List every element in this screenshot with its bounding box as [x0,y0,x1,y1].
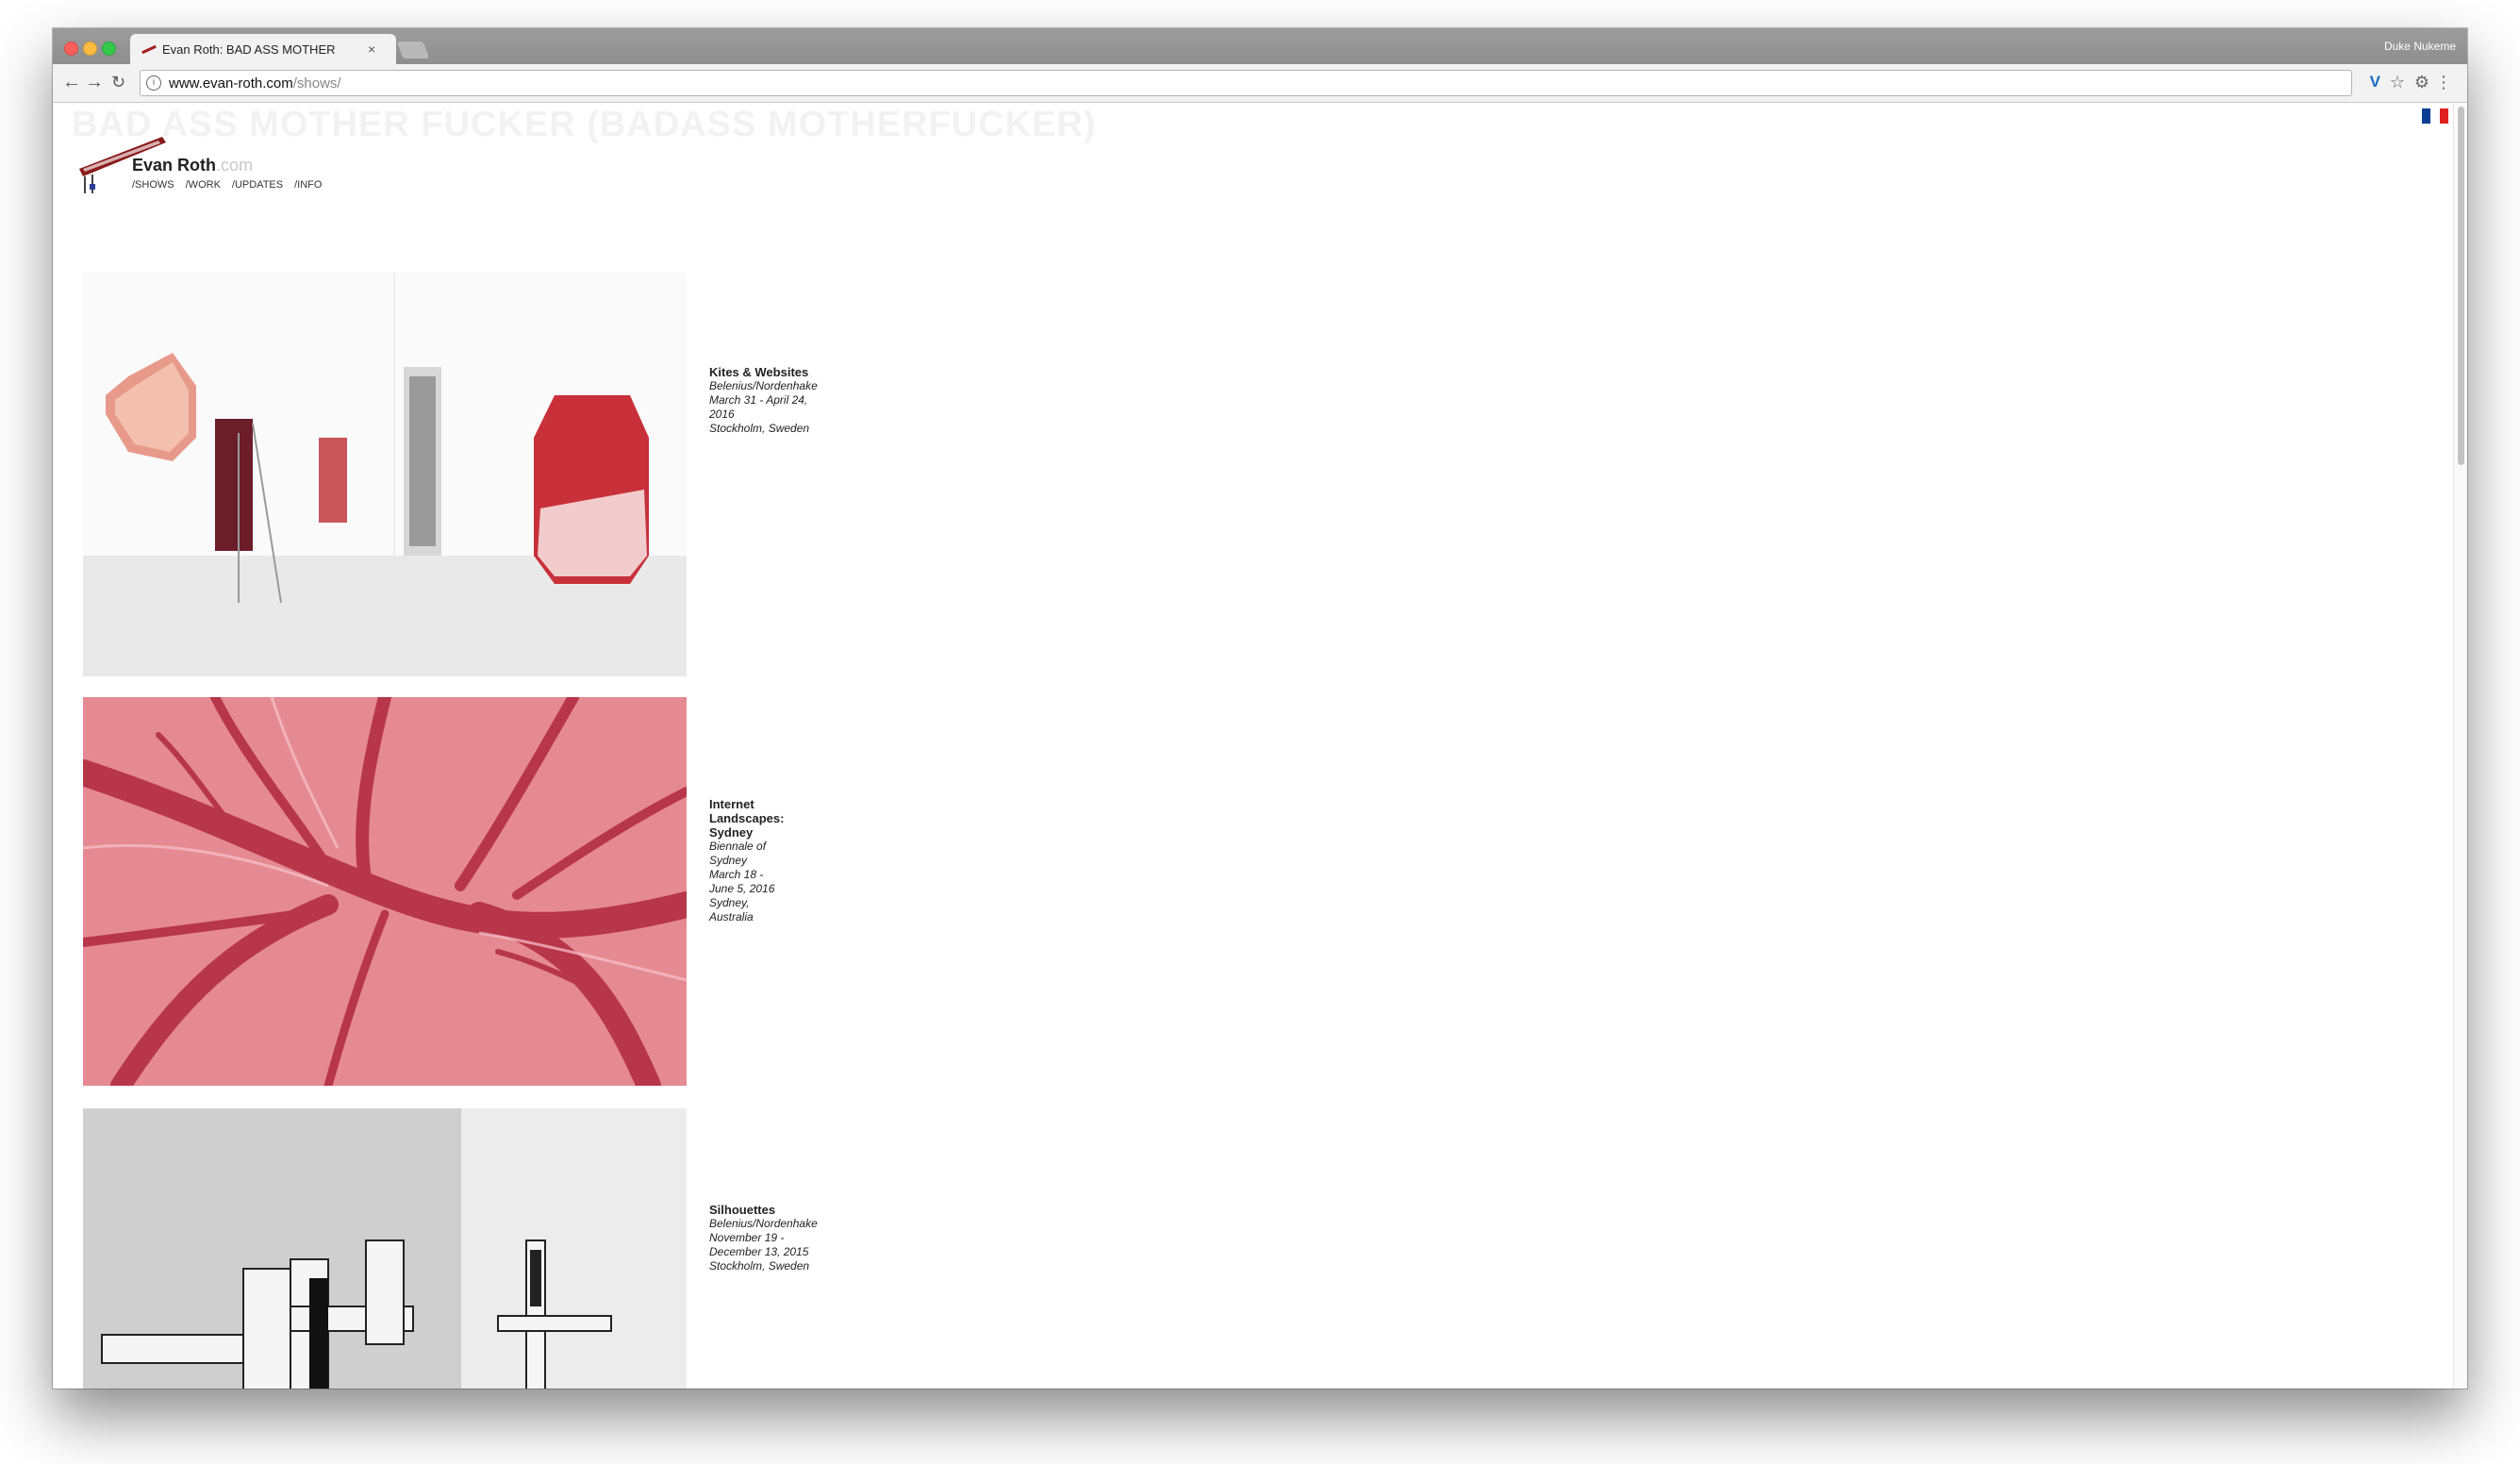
extension-v-icon[interactable]: V [2370,73,2380,92]
show-title[interactable]: Silhouettes [709,1203,818,1217]
flag-stripe-red [2439,108,2448,124]
page-viewport: BAD ASS MOTHER FUCKER (BADASS MOTHERFUCK… [53,103,2467,1389]
site-logo-text[interactable]: Evan Roth.com [132,156,253,175]
show-venue: Belenius/Nordenhake [709,379,818,392]
scrollbar-thumb[interactable] [2458,107,2464,465]
bookmark-star-icon[interactable]: ☆ [2390,73,2405,92]
nav-work[interactable]: /WORK [186,179,221,191]
extension-icon[interactable]: ⚙ [2414,73,2429,92]
forward-arrow-icon[interactable]: → [85,72,104,92]
site-nav: /SHOWS /WORK /UPDATES /INFO [132,179,322,191]
browser-toolbar: ← → ↻ i www.evan-roth.com/shows/ V ☆ ⚙ ⋮ [53,64,2467,103]
tab-close-icon[interactable]: × [368,42,375,57]
close-window-button[interactable] [64,42,78,56]
minimize-window-button[interactable] [83,42,97,56]
show-dates: November 19 - December 13, 2015 [709,1231,809,1258]
logo-suffix: .com [216,156,254,175]
nav-info[interactable]: /INFO [294,179,322,191]
ghost-heading: BAD ASS MOTHER FUCKER (BADASS MOTHERFUCK… [72,105,1097,144]
nav-shows[interactable]: /SHOWS [132,179,174,191]
url-host: www.evan-roth.com [169,75,293,92]
show-item: Kites & Websites Belenius/Nordenhake Mar… [83,273,818,681]
profile-name[interactable]: Duke Nukeme [2384,40,2456,53]
favicon-icon [141,43,157,55]
french-flag-icon[interactable] [2422,108,2448,124]
flag-stripe-blue [2422,108,2431,124]
show-location: Stockholm, Sweden [709,422,810,435]
show-title[interactable]: Kites & Websites [709,365,818,379]
title-bar: Evan Roth: BAD ASS MOTHER × Duke Nukeme [53,28,2467,64]
vertical-scrollbar[interactable] [2453,103,2467,1389]
show-info: Silhouettes Belenius/Nordenhake November… [709,1203,818,1273]
show-venue: Belenius/Nordenhake [709,1217,818,1230]
show-image-kites[interactable] [83,273,687,676]
show-image-sydney[interactable] [70,690,700,1098]
tab-title: Evan Roth: BAD ASS MOTHER [162,42,336,57]
flag-stripe-white [2430,108,2440,124]
nav-updates[interactable]: /UPDATES [232,179,283,191]
new-tab-button[interactable] [396,42,430,58]
address-bar[interactable]: i www.evan-roth.com/shows/ [140,70,2352,96]
back-arrow-icon[interactable]: ← [62,72,81,92]
show-info: Internet Landscapes: Sydney Biennale of … [709,797,784,924]
maximize-window-button[interactable] [102,42,116,56]
show-item: Silhouettes Belenius/Nordenhake November… [83,1108,818,1389]
show-venue: Biennale of Sydney [709,840,767,867]
show-image-silhouettes[interactable] [83,1108,687,1389]
menu-icon[interactable]: ⋮ [2435,73,2452,92]
show-item: Internet Landscapes: Sydney Biennale of … [70,690,784,1098]
show-dates: March 31 - April 24, 2016 [709,393,808,421]
browser-window: Evan Roth: BAD ASS MOTHER × Duke Nukeme … [53,28,2467,1389]
browser-tab[interactable]: Evan Roth: BAD ASS MOTHER × [130,34,396,64]
show-info: Kites & Websites Belenius/Nordenhake Mar… [709,365,818,436]
url-path: /shows/ [292,75,341,92]
info-icon[interactable]: i [146,75,161,91]
show-location: Stockholm, Sweden [709,1259,810,1273]
show-dates: March 18 - June 5, 2016 [709,868,775,895]
reload-icon[interactable]: ↻ [111,72,125,92]
show-location: Sydney, Australia [709,896,754,923]
show-title[interactable]: Internet Landscapes: Sydney [709,797,784,840]
logo-name: Evan Roth [132,156,217,175]
